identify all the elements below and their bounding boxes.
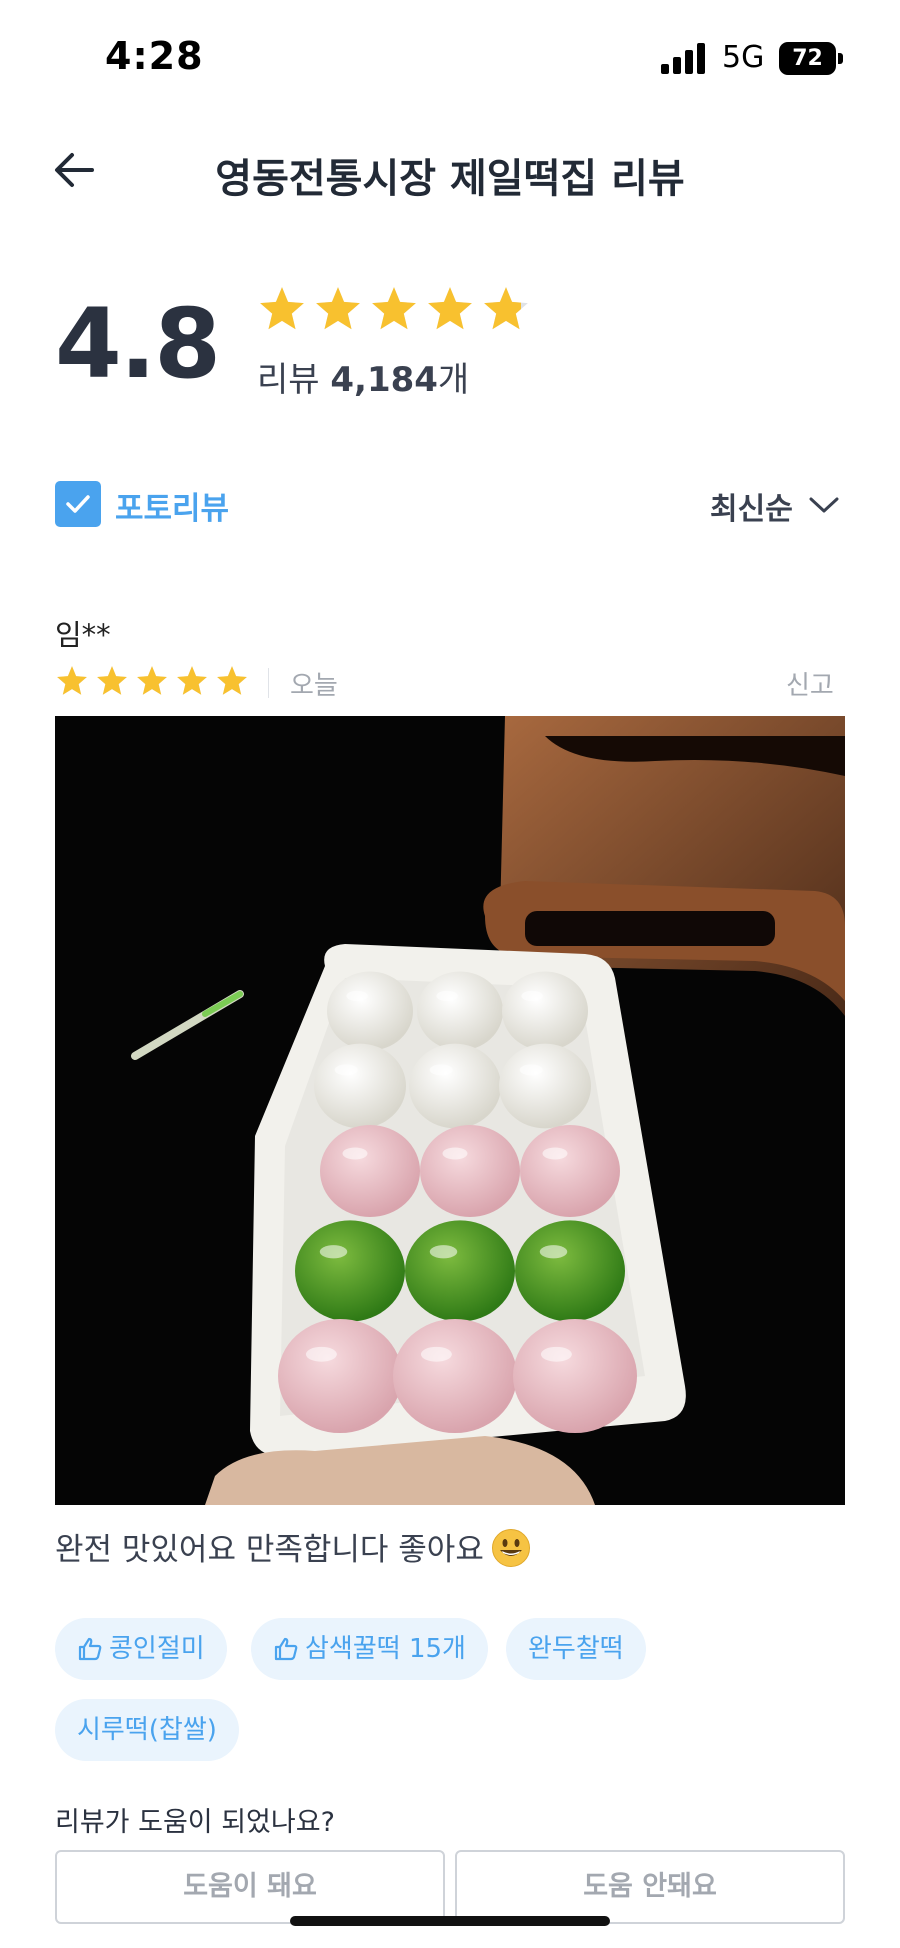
rice-cake (420, 1125, 520, 1217)
page-title: 영동전통시장 제일떡집 리뷰 (215, 156, 685, 202)
tag-kong-injeolmi[interactable]: 콩인절미 (55, 1618, 227, 1680)
review-count-suffix: 개 (437, 360, 470, 400)
helpful-question: 리뷰가 도움이 되었나요? (55, 1807, 335, 1838)
wrap-highlight (540, 1346, 572, 1362)
rice-cake (327, 971, 413, 1051)
wrap-highlight (429, 1245, 458, 1259)
rice-cake (393, 1318, 517, 1434)
wrap-highlight (420, 1346, 452, 1362)
rice-cake (417, 971, 503, 1051)
star-icon (217, 666, 247, 695)
review-text-content: 완전 맛있어요 만족합니다 좋아요 (55, 1532, 484, 1568)
tag-sirutteok[interactable]: 시루떡(찹쌀) (55, 1699, 239, 1761)
helpful-yes-button[interactable]: 도움이 돼요 (55, 1850, 445, 1924)
star-icon (57, 666, 87, 695)
review-count: 리뷰 4,184개 (257, 352, 469, 401)
review-count-value: 4,184 (330, 360, 438, 400)
rice-cake (314, 1043, 406, 1129)
tag-label: 시루떡(찹쌀) (77, 1715, 217, 1745)
wrap-highlight (542, 1147, 568, 1160)
battery-icon: 72 (779, 42, 836, 75)
rice-cake-photo (55, 716, 845, 1505)
wrap-highlight (519, 1064, 543, 1076)
average-score: 4.8 (55, 288, 221, 400)
star-icon (372, 287, 416, 330)
tag-label: 콩인절미 (109, 1634, 205, 1664)
review-text: 완전 맛있어요 만족합니다 좋아요 (55, 1524, 530, 1569)
wrap-highlight (442, 1147, 468, 1160)
review-count-prefix: 리뷰 (257, 360, 331, 400)
tag-label: 완두찰떡 (528, 1634, 624, 1664)
report-link[interactable]: 신고 (786, 665, 834, 702)
wrap-highlight (334, 1064, 358, 1076)
rice-cake (513, 1318, 637, 1434)
rice-cake (278, 1318, 402, 1434)
wrap-highlight (436, 990, 458, 1002)
check-icon (66, 495, 90, 513)
wrap-highlight (521, 990, 543, 1002)
tag-wandu-chaltteok[interactable]: 완두찰떡 (506, 1618, 646, 1680)
average-stars (257, 284, 531, 338)
review-stars (55, 664, 249, 702)
star-icon (137, 666, 167, 695)
wrap-highlight (319, 1245, 348, 1259)
rice-cake (409, 1043, 501, 1129)
rice-cake (320, 1125, 420, 1217)
network-label: 5G (722, 40, 765, 75)
thumbs-up-icon (78, 1637, 102, 1661)
rice-cake (405, 1220, 515, 1322)
signal-icon (661, 42, 707, 74)
rice-cake (520, 1125, 620, 1217)
thumbs-up-icon (274, 1637, 298, 1661)
wrap-highlight (346, 990, 368, 1002)
star-icon (260, 287, 304, 330)
wrap-highlight (429, 1064, 453, 1076)
sort-dropdown[interactable]: 최신순 (710, 484, 793, 528)
rice-cake (502, 971, 588, 1051)
tag-label: 삼색꿀떡 15개 (305, 1634, 466, 1664)
wrap-highlight (539, 1245, 568, 1259)
star-icon (97, 666, 127, 695)
photo-review-label[interactable]: 포토리뷰 (115, 483, 229, 528)
review-author: 임** (55, 618, 111, 652)
rice-cake (515, 1220, 625, 1322)
review-date: 오늘 (290, 671, 338, 701)
star-icon (484, 287, 528, 330)
photo-review-checkbox[interactable] (55, 481, 101, 527)
status-time: 4:28 (105, 34, 204, 78)
battery-tip (838, 53, 843, 64)
rice-cake (295, 1220, 405, 1322)
star-icon (177, 666, 207, 695)
wrap-highlight (305, 1346, 337, 1362)
wrap-highlight (342, 1147, 368, 1160)
helpful-no-button[interactable]: 도움 안돼요 (455, 1850, 845, 1924)
grinning-face-icon (491, 1529, 530, 1567)
chevron-down-icon[interactable] (808, 494, 840, 516)
star-icon (428, 287, 472, 330)
meta-divider (268, 668, 269, 698)
star-icon (316, 287, 360, 330)
rice-cake (499, 1043, 591, 1129)
home-indicator (290, 1916, 610, 1926)
tag-samsaek-kkultteok[interactable]: 삼색꿀떡 15개 (251, 1618, 488, 1680)
review-photo[interactable] (55, 716, 845, 1505)
